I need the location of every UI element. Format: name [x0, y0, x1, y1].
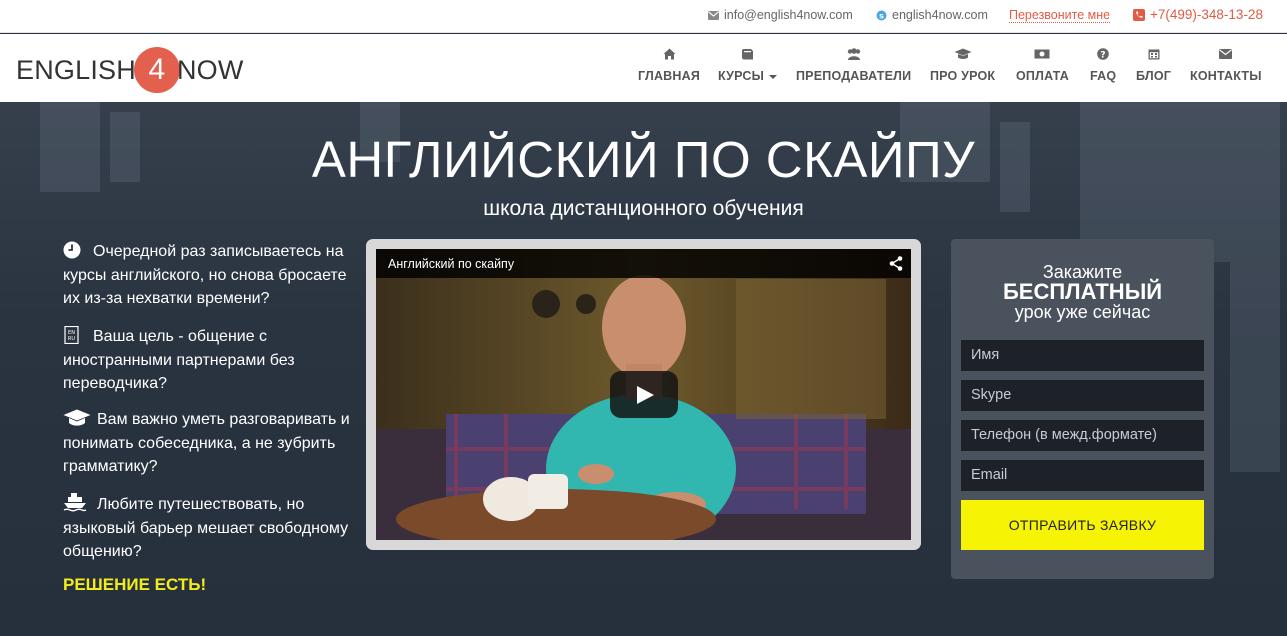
graduation-cap-icon	[954, 48, 972, 59]
nav-label: КОНТАКТЫ	[1190, 69, 1262, 83]
home-icon	[663, 48, 676, 60]
phone-link[interactable]: +7(499)-348-13-28	[1133, 7, 1263, 22]
skype-text: english4now.com	[892, 8, 988, 22]
hero-subtitle: школа дистанционного обучения	[483, 197, 804, 220]
hero-section: АНГЛИЙСКИЙ ПО СКАЙПУ школа дистанционног…	[0, 102, 1287, 636]
nav-item-contacts[interactable]: КОНТАКТЫ	[1190, 48, 1262, 83]
nav-item-teachers[interactable]: ПРЕПОДАВАТЕЛИ	[796, 48, 911, 83]
envelope-icon	[1219, 49, 1233, 59]
callback-link[interactable]: Перезвоните мне	[1009, 8, 1111, 23]
play-icon	[637, 386, 654, 404]
video-frame: Английский по скайпу	[366, 239, 921, 550]
nav-item-about-lesson[interactable]: ПРО УРОК	[930, 48, 995, 83]
logo[interactable]: ENGLISH 4 NOW	[16, 47, 244, 93]
callback-text: Перезвоните мне	[1009, 8, 1111, 23]
logo-text-right: NOW	[176, 54, 244, 85]
email-link[interactable]: info@english4now.com	[708, 8, 853, 22]
benefit-point: Вам важно уметь разговаривать и понимать…	[63, 408, 353, 479]
benefit-text: Очередной раз записываетесь на курсы анг…	[63, 243, 347, 307]
benefit-point: Любите путешествовать, но языковый барье…	[63, 492, 353, 564]
benefit-point: Очередной раз записываетесь на курсы анг…	[63, 240, 353, 311]
video-title-bar: Английский по скайпу	[376, 249, 911, 278]
svg-text:RU: RU	[68, 336, 75, 342]
svg-text:?: ?	[1101, 50, 1106, 60]
phone-field[interactable]	[961, 420, 1204, 451]
nav-item-home[interactable]: ГЛАВНАЯ	[638, 48, 700, 83]
play-button[interactable]	[610, 371, 678, 418]
nav-label: ОПЛАТА	[1016, 69, 1069, 83]
benefit-point: EN RU Ваша цель - общение с иностранными п…	[63, 325, 353, 396]
submit-button[interactable]: ОТПРАВИТЬ ЗАЯВКУ	[961, 500, 1204, 550]
phone-text: +7(499)-348-13-28	[1150, 7, 1263, 22]
name-field[interactable]	[961, 340, 1204, 371]
nav-label: FAQ	[1090, 69, 1117, 83]
chevron-down-icon	[769, 74, 778, 79]
book-icon	[742, 49, 753, 60]
lesson-request-form: Закажите БЕСПЛАТНЫЙ урок уже сейчас ОТПР…	[951, 239, 1214, 579]
envelope-icon	[708, 10, 719, 20]
email-text: info@english4now.com	[724, 8, 853, 22]
solution-heading: РЕШЕНИЕ ЕСТЬ!	[63, 575, 207, 594]
form-heading-line3: урок уже сейчас	[1014, 302, 1151, 322]
top-contact-bar: info@english4now.com s english4now.com П…	[0, 0, 1287, 33]
nav-item-blog[interactable]: БЛОГ	[1136, 48, 1171, 83]
nav-label: КУРСЫ	[718, 69, 765, 83]
dictionary-icon: ENRU	[64, 326, 79, 344]
video-player[interactable]: Английский по скайпу	[376, 249, 911, 540]
nav-label: ГЛАВНАЯ	[638, 69, 701, 83]
nav-label: ПРО УРОК	[930, 69, 996, 83]
benefit-text: Ваша цель - общение с иностранными партн…	[63, 328, 295, 392]
users-icon	[847, 48, 860, 60]
ship-icon	[63, 493, 87, 512]
graduation-cap-icon	[63, 409, 91, 426]
nav-item-courses[interactable]: КУРСЫ	[718, 48, 778, 83]
nav-label: ПРЕПОДАВАТЕЛИ	[796, 69, 912, 83]
share-icon[interactable]	[889, 256, 903, 271]
video-title[interactable]: Английский по скайпу	[388, 257, 514, 271]
clock-icon	[63, 241, 81, 259]
email-field[interactable]	[961, 460, 1204, 491]
skype-field[interactable]	[961, 380, 1204, 411]
logo-text-left: ENGLISH	[16, 54, 136, 85]
phone-icon	[1133, 8, 1145, 21]
calendar-icon	[1148, 49, 1160, 60]
skype-link[interactable]: s english4now.com	[876, 8, 988, 22]
nav-item-payment[interactable]: ОПЛАТА	[1016, 48, 1069, 83]
benefit-text: Вам важно уметь разговаривать и понимать…	[63, 411, 350, 475]
nav-label: БЛОГ	[1136, 69, 1172, 83]
logo-circle: 4	[133, 47, 180, 93]
main-navbar: ENGLISH 4 NOW ГЛАВНАЯ КУРСЫ ПРЕПОДАВАТЕЛ…	[0, 34, 1287, 102]
benefit-text: Любите путешествовать, но языковый барье…	[63, 496, 349, 560]
svg-text:s: s	[879, 11, 884, 20]
hero-title: АНГЛИЙСКИЙ ПО СКАЙПУ	[311, 131, 976, 188]
skype-icon: s	[876, 10, 887, 20]
nav-item-faq[interactable]: ? FAQ	[1090, 48, 1116, 83]
question-circle-icon: ?	[1097, 48, 1109, 60]
money-icon	[1034, 49, 1050, 59]
